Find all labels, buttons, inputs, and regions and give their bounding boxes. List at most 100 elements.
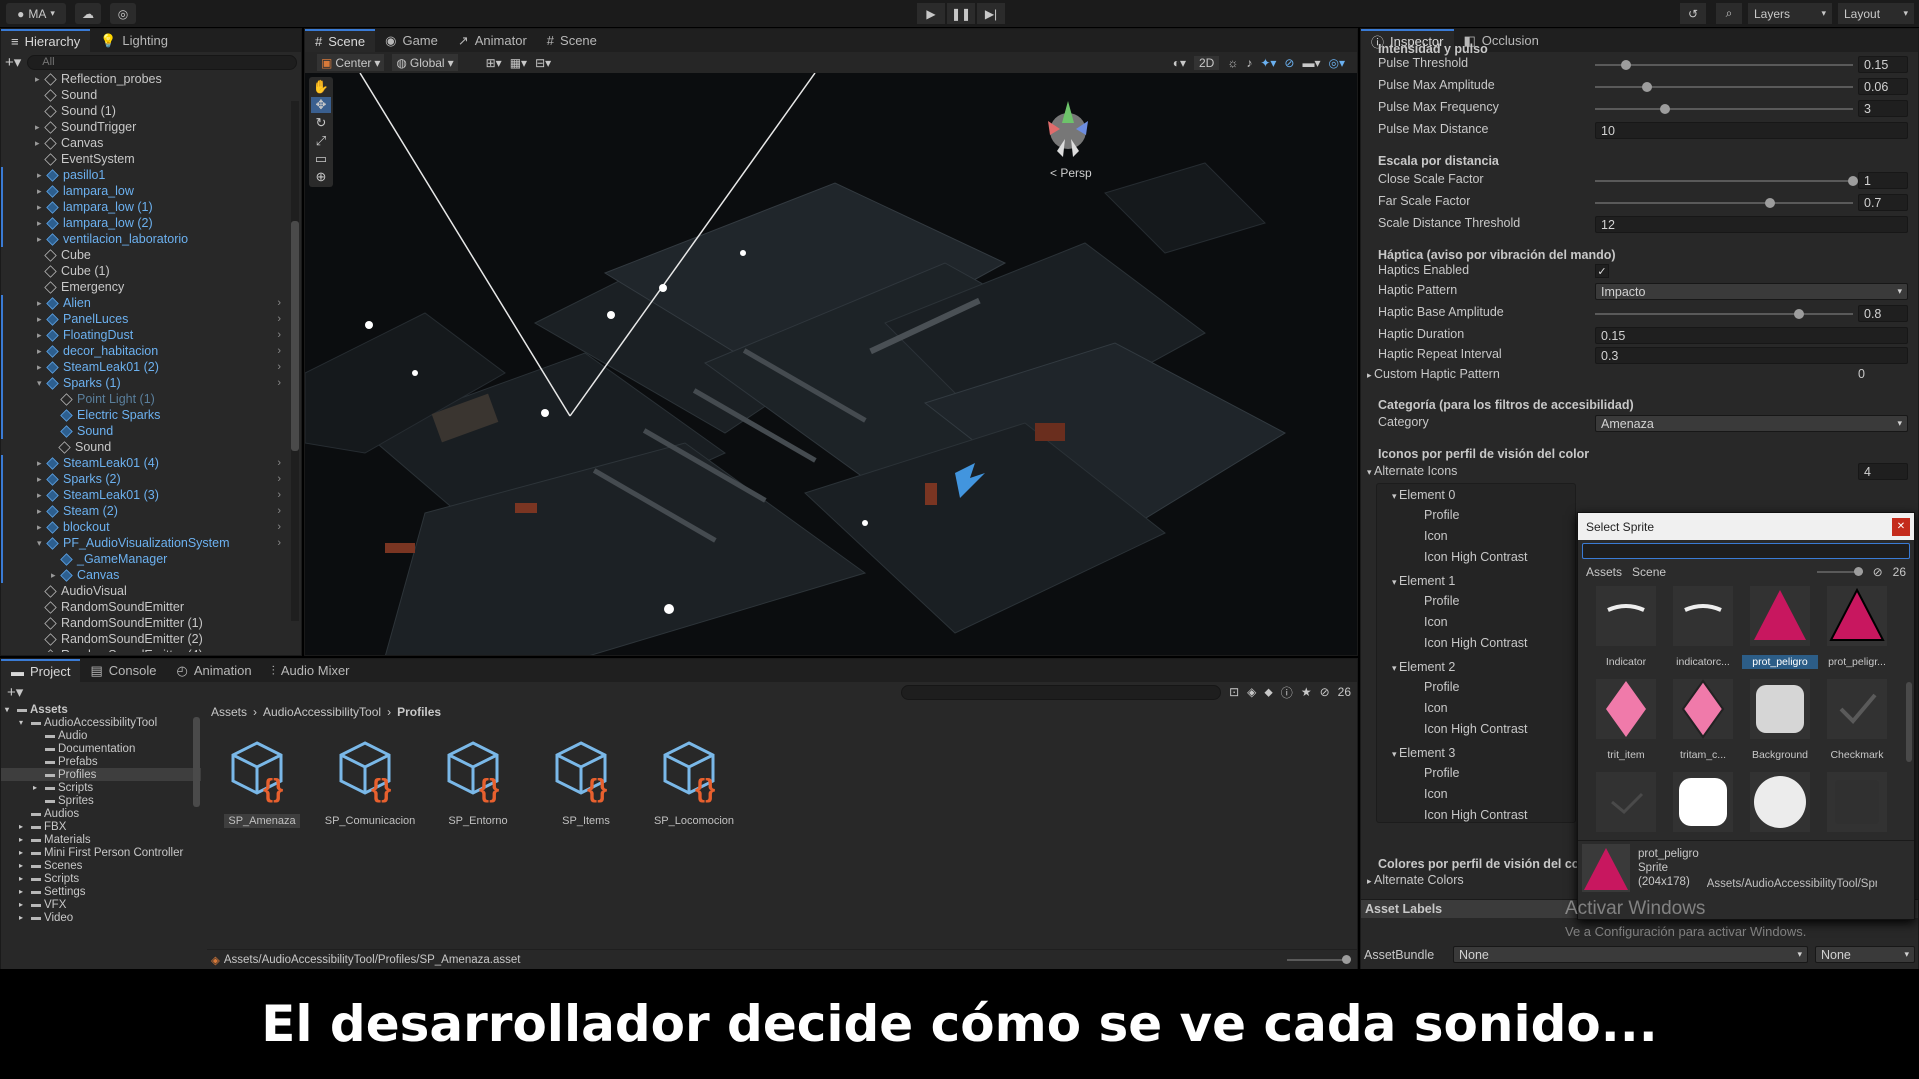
sprite-item[interactable]: tritam_c... xyxy=(1665,677,1741,767)
hierarchy-item[interactable]: ▸ blockout › xyxy=(1,519,289,535)
hand-tool-icon[interactable]: ✋ xyxy=(313,79,329,95)
hidden-objects-icon[interactable]: ⊘ xyxy=(1284,56,1294,70)
asset-item[interactable]: {} SP_Entorno xyxy=(423,735,533,828)
toggle-2d-button[interactable]: 2D xyxy=(1193,55,1220,70)
layers-dropdown[interactable]: Layers ▾ xyxy=(1748,3,1832,24)
tab-hierarchy[interactable]: ≡ Hierarchy xyxy=(1,29,91,52)
zoom-slider[interactable] xyxy=(1287,954,1351,964)
add-icon[interactable]: +▾ xyxy=(7,683,23,701)
array-size-field[interactable]: 0 xyxy=(1858,367,1865,381)
shading-icon[interactable]: ◐▾ xyxy=(1173,56,1186,70)
folder-item[interactable]: ▬ Profiles xyxy=(1,768,201,781)
sprite-item[interactable] xyxy=(1665,770,1741,840)
tab-assets[interactable]: Assets xyxy=(1586,565,1622,579)
folder-item[interactable]: ▸ ▬ FBX xyxy=(1,820,201,833)
chevron-right-icon[interactable]: ▸ xyxy=(19,900,28,909)
chevron-right-icon[interactable]: ▸ xyxy=(19,874,28,883)
transform-tool-icon[interactable]: ⊕ xyxy=(316,169,327,185)
tab-animation[interactable]: ◴ Animation xyxy=(166,659,261,682)
rect-tool-icon[interactable]: ▭ xyxy=(315,151,327,167)
star-icon[interactable]: ★ xyxy=(1301,685,1312,699)
hierarchy-item[interactable]: ▸ Canvas xyxy=(1,567,289,583)
slider-knob[interactable] xyxy=(1793,309,1804,319)
tab-audio-mixer[interactable]: ⫶ Audio Mixer xyxy=(262,659,360,682)
step-button[interactable]: ▶| xyxy=(977,3,1005,24)
hierarchy-item[interactable]: Cube (1) xyxy=(1,263,289,279)
chevron-down-icon[interactable]: ▾ xyxy=(19,718,28,727)
chevron-right-icon[interactable]: ▸ xyxy=(19,848,28,857)
hierarchy-item[interactable]: RandomSoundEmitter (1) xyxy=(1,615,289,631)
hierarchy-item[interactable]: ▸ lampara_low xyxy=(1,183,289,199)
folder-item[interactable]: ▸ ▬ VFX xyxy=(1,898,201,911)
hierarchy-item[interactable]: ▸ SoundTrigger xyxy=(1,119,289,135)
hierarchy-item[interactable]: Point Light (1) xyxy=(1,391,289,407)
chevron-right-icon[interactable]: ▸ xyxy=(19,822,28,831)
chevron-right-icon[interactable]: ▸ xyxy=(19,887,28,896)
chevron-right-icon[interactable]: ▸ xyxy=(19,913,28,922)
slider-knob[interactable] xyxy=(1848,176,1858,186)
element-foldout[interactable]: ▾ Element 3 xyxy=(1392,746,1455,760)
chevron-right-icon[interactable]: › xyxy=(277,489,281,501)
tab-lighting[interactable]: 💡 Lighting xyxy=(90,29,178,52)
scene-viewport[interactable]: < Persp xyxy=(305,73,1358,656)
hierarchy-item[interactable]: Sound xyxy=(1,87,289,103)
effects-icon[interactable]: ✦▾ xyxy=(1260,56,1276,70)
filter-label-icon[interactable]: ◈ xyxy=(1247,685,1256,699)
chevron-down-icon[interactable]: ▾ xyxy=(5,705,14,714)
hierarchy-item[interactable]: Sound (1) xyxy=(1,103,289,119)
tab-console[interactable]: ▤ Console xyxy=(80,659,166,682)
hierarchy-item[interactable]: _GameManager xyxy=(1,551,289,567)
hierarchy-item[interactable]: ▸ Reflection_probes xyxy=(1,72,289,87)
breadcrumb-item[interactable]: Profiles xyxy=(397,705,441,719)
hierarchy-item[interactable]: AudioVisual xyxy=(1,583,289,599)
cloud-icon[interactable]: ☁ xyxy=(75,3,101,24)
hierarchy-item[interactable]: RandomSoundEmitter (4) xyxy=(1,647,289,652)
asset-item[interactable]: {} SP_Items xyxy=(531,735,641,828)
folder-item[interactable]: ▸ ▬ Settings xyxy=(1,885,201,898)
chevron-right-icon[interactable]: › xyxy=(277,329,281,341)
layout-dropdown[interactable]: Layout ▾ xyxy=(1838,3,1914,24)
tab-scene[interactable]: # Scene xyxy=(305,29,376,52)
folder-item[interactable]: ▬ Audio xyxy=(1,729,201,742)
dropdown[interactable]: Impacto ▾ xyxy=(1595,283,1908,300)
sprite-item[interactable]: prot_peligr... xyxy=(1819,584,1895,674)
increment-snap-icon[interactable]: ⊟▾ xyxy=(535,56,551,70)
search-icon[interactable]: ⌕ xyxy=(1716,3,1742,24)
alternate-icons-foldout[interactable]: ▾ Alternate Icons xyxy=(1367,464,1457,478)
hierarchy-item[interactable]: Sound xyxy=(1,423,289,439)
chevron-right-icon[interactable]: › xyxy=(277,521,281,533)
hierarchy-item[interactable]: ▾ PF_AudioVisualizationSystem › xyxy=(1,535,289,551)
sprite-item[interactable]: trit_item xyxy=(1588,677,1664,767)
tree-scrollbar[interactable] xyxy=(193,717,200,807)
hierarchy-item[interactable]: ▸ SteamLeak01 (3) › xyxy=(1,487,289,503)
chevron-right-icon[interactable]: › xyxy=(277,297,281,309)
space-dropdown[interactable]: ◍ Global ▾ xyxy=(392,54,458,71)
folder-item[interactable]: ▸ ▬ Video xyxy=(1,911,201,924)
chevron-right-icon[interactable]: › xyxy=(277,537,281,549)
slider-track[interactable] xyxy=(1595,64,1853,66)
play-button[interactable]: ▶ xyxy=(917,3,945,24)
pivot-dropdown[interactable]: ▣ Center ▾ xyxy=(317,54,385,71)
folder-item[interactable]: ▸ ▬ Mini First Person Controller xyxy=(1,846,201,859)
assetbundle-variant-dropdown[interactable]: None ▾ xyxy=(1815,946,1915,963)
sprite-item[interactable] xyxy=(1819,770,1895,840)
sprite-item[interactable]: Indicator xyxy=(1588,584,1664,674)
number-field[interactable]: 0.7 xyxy=(1858,194,1908,211)
history-icon[interactable]: ↺ xyxy=(1680,3,1706,24)
snap-icon[interactable]: ⊞▾ xyxy=(486,56,502,70)
hierarchy-scrollbar[interactable] xyxy=(291,101,299,621)
tab-animator[interactable]: ↗ Animator xyxy=(448,29,537,52)
close-button[interactable]: ✕ xyxy=(1892,517,1910,536)
number-field[interactable]: 3 xyxy=(1858,100,1908,117)
hierarchy-item[interactable]: ▸ PanelLuces › xyxy=(1,311,289,327)
project-search-input[interactable] xyxy=(901,684,1222,700)
folder-item[interactable]: ▸ ▬ Materials xyxy=(1,833,201,846)
slider-track[interactable] xyxy=(1595,108,1853,110)
array-size-field[interactable]: 4 xyxy=(1858,463,1908,480)
sprite-search-input[interactable] xyxy=(1582,543,1910,559)
dropdown[interactable]: Amenaza ▾ xyxy=(1595,415,1908,432)
hierarchy-item[interactable]: RandomSoundEmitter (2) xyxy=(1,631,289,647)
folder-item[interactable]: ▬ Audios xyxy=(1,807,201,820)
tab-scene[interactable]: Scene xyxy=(1632,565,1666,579)
account-dropdown[interactable]: ● MA ▾ xyxy=(6,3,66,24)
